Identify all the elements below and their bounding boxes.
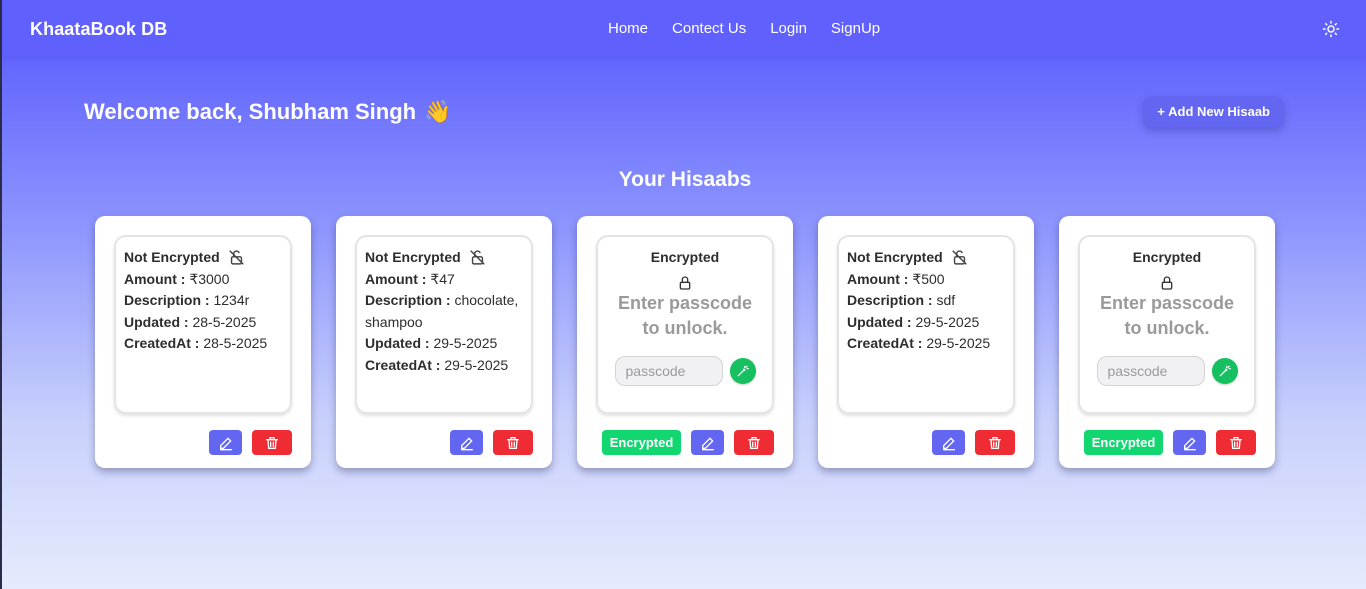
amount-value: ₹3000 xyxy=(189,270,230,287)
status-label: Not Encrypted xyxy=(847,249,943,265)
delete-button[interactable] xyxy=(1216,430,1256,455)
description-row: Description : 1234r xyxy=(124,292,250,308)
encryption-status: Encrypted xyxy=(1132,249,1202,265)
unlock-button[interactable] xyxy=(729,357,756,384)
description-row: Description : sdf xyxy=(847,292,956,308)
lock-open-off-icon xyxy=(229,250,244,265)
amount-value: ₹47 xyxy=(430,270,455,287)
edit-button[interactable] xyxy=(932,430,965,455)
encryption-status: Not Encrypted xyxy=(124,247,282,269)
brand-logo[interactable]: KhaataBook DB xyxy=(30,19,167,40)
hisaab-card: Encrypted Enter passcode to unlock. Encr… xyxy=(577,216,793,468)
unlock-hint: Enter passcode to unlock. xyxy=(617,292,753,338)
nav-links: Home Contect Us Login SignUp xyxy=(608,20,880,37)
status-label: Not Encrypted xyxy=(124,249,220,265)
wand-icon xyxy=(737,365,749,376)
updated-value: 29-5-2025 xyxy=(433,335,498,351)
card-actions xyxy=(932,430,1015,455)
edit-button[interactable] xyxy=(209,430,242,455)
trash-icon xyxy=(266,436,278,449)
section-title: Your Hisaabs xyxy=(618,168,752,191)
edit-button[interactable] xyxy=(691,430,724,455)
unlock-button[interactable] xyxy=(1211,357,1238,384)
created-value: 28-5-2025 xyxy=(203,335,268,351)
welcome-row: Welcome back, Shubham Singh 👋 + Add New … xyxy=(84,96,1284,127)
welcome-heading: Welcome back, Shubham Singh 👋 xyxy=(84,99,452,125)
hisaab-details: Not Encrypted Amount : ₹47 Description :… xyxy=(355,235,533,414)
trash-icon xyxy=(748,436,760,449)
encryption-status: Not Encrypted xyxy=(847,247,1005,269)
trash-icon xyxy=(1230,436,1242,449)
amount-row: Amount : ₹47 xyxy=(365,270,455,287)
passcode-input[interactable] xyxy=(614,355,723,386)
hisaab-card: Not Encrypted Amount : ₹500 Description … xyxy=(818,216,1034,468)
passcode-row xyxy=(606,355,764,386)
updated-row: Updated : 29-5-2025 xyxy=(365,335,498,351)
passcode-input[interactable] xyxy=(1096,355,1205,386)
lock-open-off-icon xyxy=(470,250,485,265)
created-value: 29-5-2025 xyxy=(444,356,509,373)
updated-value: 28-5-2025 xyxy=(192,313,257,330)
navbar: KhaataBook DB Home Contect Us Login Sign… xyxy=(2,0,1366,58)
hisaab-locked: Encrypted Enter passcode to unlock. xyxy=(1078,235,1256,414)
updated-row: Updated : 29-5-2025 xyxy=(847,313,980,330)
add-new-hisaab-button[interactable]: + Add New Hisaab xyxy=(1143,96,1284,127)
card-actions: Encrypted xyxy=(1084,430,1256,455)
encrypted-badge: Encrypted xyxy=(602,430,681,455)
card-actions xyxy=(209,430,292,455)
unlock-hint: Enter passcode to unlock. xyxy=(1099,292,1235,338)
pencil-icon xyxy=(1183,436,1196,450)
description-value: sdf xyxy=(936,292,956,308)
amount-value: ₹500 xyxy=(912,270,945,287)
created-row: CreatedAt : 28-5-2025 xyxy=(124,335,268,351)
pencil-icon xyxy=(460,436,473,450)
hisaab-card: Not Encrypted Amount : ₹3000 Description… xyxy=(95,216,311,468)
delete-button[interactable] xyxy=(975,430,1015,455)
trash-icon xyxy=(507,436,519,449)
wand-icon xyxy=(1219,365,1231,376)
nav-contact-link[interactable]: Contect Us xyxy=(672,20,746,37)
hisaab-locked: Encrypted Enter passcode to unlock. xyxy=(596,235,774,414)
created-row: CreatedAt : 29-5-2025 xyxy=(365,356,509,373)
hisaab-cards: Not Encrypted Amount : ₹3000 Description… xyxy=(95,216,1275,468)
edit-button[interactable] xyxy=(1173,430,1206,455)
hisaab-card: Not Encrypted Amount : ₹47 Description :… xyxy=(336,216,552,468)
description-row: Description : chocolate, shampoo xyxy=(365,292,519,330)
passcode-row xyxy=(1088,355,1246,386)
card-actions xyxy=(450,430,533,455)
delete-button[interactable] xyxy=(252,430,292,455)
hisaab-card: Encrypted Enter passcode to unlock. Encr… xyxy=(1059,216,1275,468)
lock-open-off-icon xyxy=(952,250,967,265)
pencil-icon xyxy=(219,436,232,450)
amount-row: Amount : ₹3000 xyxy=(124,270,230,287)
welcome-text: Welcome back, Shubham Singh xyxy=(84,98,417,124)
hisaab-details: Not Encrypted Amount : ₹500 Description … xyxy=(837,235,1015,414)
trash-icon xyxy=(989,436,1001,449)
card-actions: Encrypted xyxy=(602,430,774,455)
nav-home-link[interactable]: Home xyxy=(608,20,648,37)
encrypted-badge: Encrypted xyxy=(1084,430,1163,455)
hisaab-details: Not Encrypted Amount : ₹3000 Description… xyxy=(114,235,292,414)
updated-value: 29-5-2025 xyxy=(915,313,980,330)
waving-hand-icon: 👋 xyxy=(424,98,452,124)
pencil-icon xyxy=(701,436,714,450)
created-row: CreatedAt : 29-5-2025 xyxy=(847,335,991,351)
lock-icon xyxy=(679,275,691,290)
amount-row: Amount : ₹500 xyxy=(847,270,945,287)
updated-row: Updated : 28-5-2025 xyxy=(124,313,257,330)
nav-signup-link[interactable]: SignUp xyxy=(831,20,880,37)
lock-icon xyxy=(1161,275,1173,290)
pencil-icon xyxy=(942,436,955,450)
delete-button[interactable] xyxy=(493,430,533,455)
encryption-status: Encrypted xyxy=(650,249,720,265)
nav-login-link[interactable]: Login xyxy=(770,20,807,37)
created-value: 29-5-2025 xyxy=(926,335,991,351)
edit-button[interactable] xyxy=(450,430,483,455)
status-label: Not Encrypted xyxy=(365,249,461,265)
encryption-status: Not Encrypted xyxy=(365,247,523,269)
description-value: 1234r xyxy=(213,292,250,308)
sun-icon[interactable] xyxy=(1322,20,1340,38)
delete-button[interactable] xyxy=(734,430,774,455)
